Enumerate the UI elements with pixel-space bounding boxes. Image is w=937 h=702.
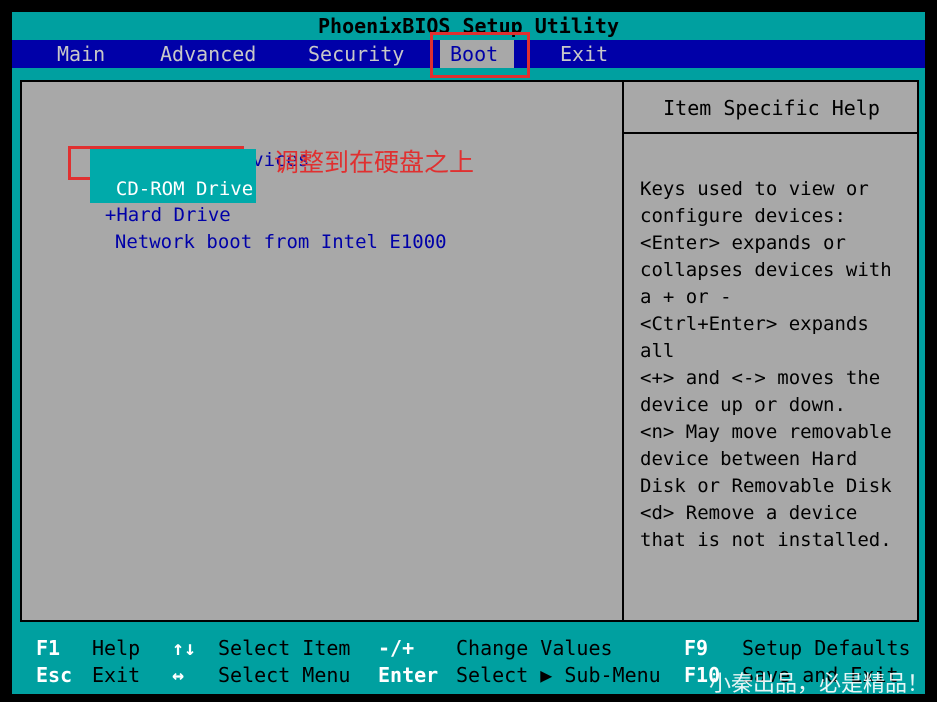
key-leftright[interactable]: ↔ xyxy=(172,662,184,689)
watermark: 小秦出品，必是精品！ xyxy=(708,672,929,697)
help-line: <n> May move removable xyxy=(640,421,892,443)
menu-exit[interactable]: Exit xyxy=(560,40,608,68)
help-text: Keys used to view or configure devices: … xyxy=(640,176,910,554)
boot-tab-annotation-box xyxy=(430,32,530,78)
key-enter-desc: Select ▶ Sub-Menu xyxy=(456,663,661,687)
key-f9[interactable]: F9 xyxy=(684,635,708,662)
menu-security[interactable]: Security xyxy=(308,40,404,68)
key-updown[interactable]: ↑↓ xyxy=(172,635,196,662)
key-f9-desc: Setup Defaults xyxy=(742,636,911,660)
help-line: <Enter> expands or xyxy=(640,232,846,254)
panel-divider xyxy=(622,80,624,622)
help-line: configure devices: xyxy=(640,205,846,227)
key-f1[interactable]: F1 xyxy=(36,635,60,662)
key-enter[interactable]: Enter xyxy=(378,662,438,689)
help-line: that is not installed. xyxy=(640,529,892,551)
key-leftright-desc: Select Menu xyxy=(218,663,351,687)
key-f1-desc: Help xyxy=(92,636,141,660)
help-title: Item Specific Help xyxy=(663,96,880,120)
help-line: Disk or Removable Disk xyxy=(640,475,892,497)
help-line: collapses devices with xyxy=(640,259,892,281)
help-line: <+> and <-> moves the xyxy=(640,367,881,389)
menu-advanced[interactable]: Advanced xyxy=(160,40,256,68)
help-line: Keys used to view or xyxy=(640,178,869,200)
help-line: a + or - xyxy=(640,286,732,308)
key-updown-desc: Select Item xyxy=(218,636,351,660)
help-line: <Ctrl+Enter> expands xyxy=(640,313,869,335)
key-esc[interactable]: Esc xyxy=(36,662,72,689)
help-line: device up or down. xyxy=(640,394,846,416)
boot-item-network-boot[interactable]: Network boot from Intel E1000 xyxy=(92,202,447,256)
key-minus-plus-desc: Change Values xyxy=(456,636,613,660)
key-esc-desc: Exit xyxy=(92,663,141,687)
annotation-note: 调整到在硬盘之上 xyxy=(274,148,475,177)
help-divider xyxy=(624,132,919,134)
help-line: <d> Remove a device xyxy=(640,502,858,524)
boot-item-label: Network boot from Intel E1000 xyxy=(114,231,447,253)
key-minus-plus[interactable]: -/+ xyxy=(378,635,414,662)
help-line: all xyxy=(640,340,675,362)
menu-main[interactable]: Main xyxy=(57,40,105,68)
help-line: device between Hard xyxy=(640,448,858,470)
